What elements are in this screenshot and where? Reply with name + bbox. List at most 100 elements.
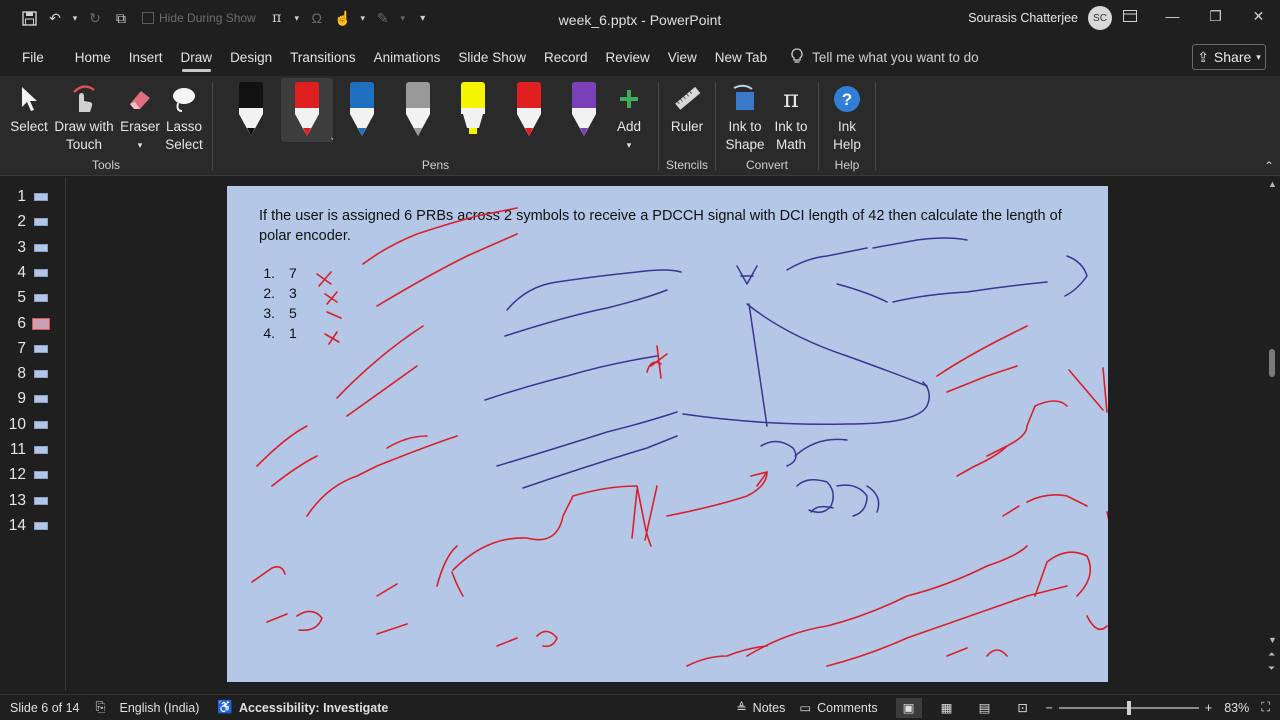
ribbon-display-icon[interactable] [1108, 0, 1151, 32]
comments-button[interactable]: ▭ Comments [799, 700, 877, 716]
notes-label: Notes [752, 700, 786, 715]
spelling-icon[interactable]: ⎘ [96, 700, 106, 715]
lasso-select-button[interactable]: Lasso Select [162, 80, 206, 154]
pen-5[interactable] [455, 78, 491, 138]
ruler-button[interactable]: Ruler [665, 80, 709, 136]
hide-during-show-checkbox[interactable]: Hide During Show [142, 11, 256, 25]
add-pen-button[interactable]: Add ▾ [611, 80, 647, 154]
minimize-icon[interactable]: — [1151, 0, 1194, 32]
slide-thumbnail[interactable]: 10 [0, 413, 66, 437]
slide-thumbnail[interactable]: 4 [0, 261, 66, 285]
zoom-in-icon[interactable]: + [1205, 701, 1212, 715]
user-account[interactable]: Sourasis Chatterjee SC [968, 6, 1112, 30]
slide-canvas[interactable]: If the user is assigned 6 PRBs across 2 … [227, 186, 1108, 682]
slide-thumbnail[interactable]: 3 [0, 236, 66, 260]
eraser-button[interactable]: Eraser ▾ [118, 80, 162, 154]
ruler-icon [672, 80, 702, 118]
zoom-out-icon[interactable]: − [1046, 701, 1053, 715]
pen-4[interactable] [400, 78, 436, 138]
pen-1[interactable] [233, 78, 269, 138]
pen-color-icon[interactable]: ✎ [372, 7, 394, 29]
notes-button[interactable]: ≜ Notes [736, 700, 786, 716]
tab-design[interactable]: Design [221, 38, 281, 76]
eraser-dropdown-icon[interactable]: ▾ [138, 136, 143, 154]
slide-thumbnail[interactable]: 9 [0, 387, 66, 411]
tab-new-tab[interactable]: New Tab [706, 38, 776, 76]
slide-thumbnail[interactable]: 8 [0, 362, 66, 386]
ink-to-math-button[interactable]: π Ink to Math [768, 80, 814, 154]
pen-6[interactable] [511, 78, 547, 138]
slide-thumbnail[interactable]: 1 [0, 185, 66, 209]
slide-sorter-icon[interactable]: ▦ [934, 698, 960, 718]
slide-thumbnail[interactable]: 6 [0, 312, 66, 336]
slide-thumbnail[interactable]: 14 [0, 514, 66, 538]
undo-icon[interactable]: ↶ [44, 7, 66, 29]
ink-help-button[interactable]: ? Ink Help [825, 80, 869, 154]
touch-mode-icon[interactable]: ☝ [332, 7, 354, 29]
pen-2[interactable]: ⌄ [280, 78, 337, 143]
eraser-icon [126, 80, 154, 118]
pen-3[interactable] [344, 78, 380, 138]
slide-mini-preview [34, 243, 48, 252]
collapse-ribbon-icon[interactable]: ⌃ [1264, 159, 1274, 173]
pen-7[interactable] [566, 78, 602, 138]
slide-mini-preview [34, 395, 48, 404]
tell-me-search[interactable]: Tell me what you want to do [790, 47, 979, 67]
accessibility-status[interactable]: ♿ Accessibility: Investigate [217, 700, 388, 715]
zoom-level[interactable]: 83% [1224, 701, 1249, 715]
close-icon[interactable]: ✕ [1237, 0, 1280, 32]
select-button[interactable]: Select [8, 80, 50, 136]
pen-dropdown-icon[interactable]: ▾ [398, 7, 408, 29]
draw-with-touch-button[interactable]: Draw with Touch [52, 80, 116, 154]
slide-number: 5 [17, 289, 26, 307]
scroll-down-icon[interactable]: ▼ [1268, 635, 1277, 645]
zoom-slider[interactable] [1058, 700, 1199, 715]
share-button[interactable]: ⇪ Share ▾ [1192, 44, 1266, 70]
slide-thumbnail[interactable]: 2 [0, 210, 66, 234]
tab-slide-show[interactable]: Slide Show [449, 38, 535, 76]
normal-view-icon[interactable]: ▣ [895, 697, 922, 718]
reading-view-icon[interactable]: ▤ [972, 698, 998, 718]
pens-group: ⌄ Add ▾ Pens [213, 76, 658, 176]
ribbon-separator [875, 82, 876, 170]
tab-transitions[interactable]: Transitions [281, 38, 365, 76]
tab-file[interactable]: File [0, 38, 66, 76]
scrollbar-thumb[interactable] [1269, 349, 1275, 377]
undo-dropdown-icon[interactable]: ▾ [70, 7, 80, 29]
stencils-group: Ruler Stencils [659, 76, 715, 176]
equation-icon[interactable]: π [266, 7, 288, 29]
scroll-up-icon[interactable]: ▲ [1268, 179, 1277, 189]
svg-text:⌄: ⌄ [329, 132, 333, 142]
tab-view[interactable]: View [659, 38, 706, 76]
slideshow-start-icon[interactable]: ⧉ [110, 7, 132, 29]
slide-thumbnail[interactable]: 11 [0, 438, 66, 462]
tab-home[interactable]: Home [66, 38, 120, 76]
tab-insert[interactable]: Insert [120, 38, 172, 76]
tab-record[interactable]: Record [535, 38, 597, 76]
slide-thumbnail[interactable]: 13 [0, 489, 66, 513]
zoom-slider-knob[interactable] [1126, 700, 1131, 715]
restore-icon[interactable]: ❐ [1194, 0, 1237, 32]
tell-me-text: Tell me what you want to do [812, 49, 979, 65]
tab-animations[interactable]: Animations [365, 38, 450, 76]
slide-thumbnail[interactable]: 5 [0, 286, 66, 310]
ink-help-label-2: Help [833, 137, 861, 152]
tab-draw[interactable]: Draw [172, 38, 222, 76]
ink-to-shape-button[interactable]: Ink to Shape [722, 80, 768, 154]
fit-to-window-icon[interactable]: ⛶ [1261, 700, 1270, 715]
symbol-icon[interactable]: Ω [306, 7, 328, 29]
prev-slide-icon[interactable]: ⏶ [1268, 649, 1275, 660]
vertical-scrollbar[interactable]: ▲ ▼ ⏶ ⏷ [1265, 177, 1280, 691]
tab-review[interactable]: Review [597, 38, 659, 76]
customize-qat-icon[interactable]: ▾ [412, 7, 434, 29]
next-slide-icon[interactable]: ⏷ [1268, 663, 1275, 674]
equation-dropdown-icon[interactable]: ▾ [292, 7, 302, 29]
save-icon[interactable] [18, 7, 40, 29]
slide-thumbnail[interactable]: 7 [0, 337, 66, 361]
language-status[interactable]: English (India) [120, 701, 200, 715]
slide-number: 2 [17, 213, 26, 231]
slide-thumbnail[interactable]: 12 [0, 463, 66, 487]
redo-icon[interactable]: ↻ [84, 7, 106, 29]
slideshow-view-icon[interactable]: ⊡ [1010, 698, 1036, 718]
touch-dropdown-icon[interactable]: ▾ [358, 7, 368, 29]
